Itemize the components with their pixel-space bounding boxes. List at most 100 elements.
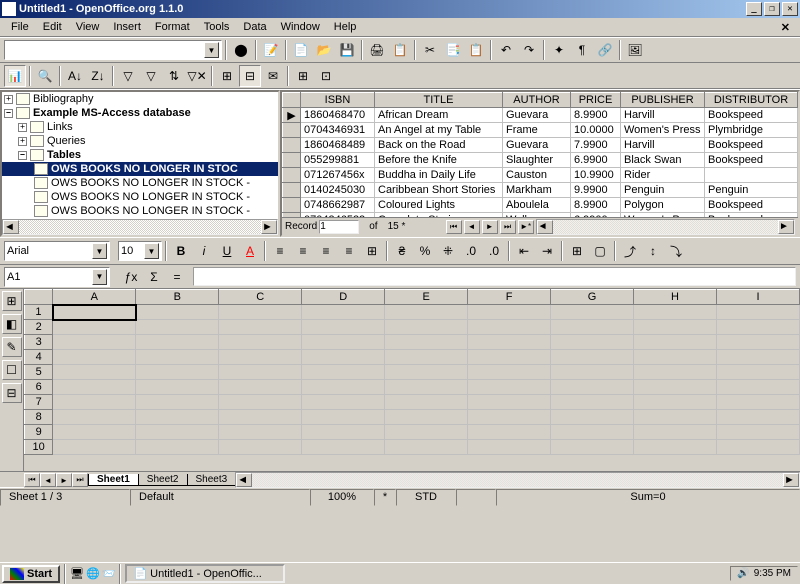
menu-file[interactable]: File — [4, 19, 36, 35]
tree-bibliography[interactable]: +Bibliography — [2, 92, 278, 106]
align-top-icon[interactable]: ⤴ — [619, 240, 641, 262]
cell[interactable] — [634, 365, 717, 380]
row-header[interactable]: 1 — [25, 305, 53, 320]
tree-table-row[interactable]: OWS BOOKS NO LONGER IN STOCK - — [2, 176, 278, 190]
italic-icon[interactable]: i — [193, 240, 215, 262]
status-zoom[interactable]: 100% — [310, 489, 374, 506]
cell[interactable] — [385, 395, 468, 410]
cell[interactable] — [634, 320, 717, 335]
cell[interactable] — [136, 335, 219, 350]
redo-icon[interactable]: ↷ — [518, 39, 540, 61]
cell[interactable] — [468, 440, 551, 455]
doc-close-button[interactable]: ✕ — [775, 19, 796, 36]
cell[interactable] — [136, 320, 219, 335]
sheet-tab-1[interactable]: Sheet1 — [88, 474, 139, 486]
cell[interactable] — [385, 320, 468, 335]
nav-next-icon[interactable]: ► — [482, 220, 498, 234]
borders-icon[interactable]: ⊞ — [566, 240, 588, 262]
table-row[interactable]: 055299881Before the KnifeSlaughter6.9900… — [283, 153, 798, 168]
cell[interactable] — [219, 320, 302, 335]
cell[interactable] — [136, 440, 219, 455]
cell[interactable] — [634, 440, 717, 455]
table-row[interactable]: 0704346931An Angel at my TableFrame10.00… — [283, 123, 798, 138]
col-publisher[interactable]: PUBLISHER — [621, 93, 705, 108]
cell[interactable] — [551, 395, 634, 410]
table-row[interactable]: 071267456xBuddha in Daily LifeCauston10.… — [283, 168, 798, 183]
autofilter-icon[interactable]: ▽ — [117, 65, 139, 87]
cell[interactable] — [302, 320, 385, 335]
sort-asc-icon[interactable]: A↓ — [64, 65, 86, 87]
tree-table-row[interactable]: OWS BOOKS NO LONGER IN STOCK - — [2, 204, 278, 218]
tree-scrollbar[interactable]: ◄► — [2, 219, 278, 235]
sort-icon[interactable]: ⇅ — [163, 65, 185, 87]
row-header[interactable]: 9 — [25, 425, 53, 440]
cell[interactable] — [716, 350, 799, 365]
cell[interactable] — [302, 440, 385, 455]
cell[interactable] — [53, 320, 136, 335]
cell[interactable] — [468, 410, 551, 425]
minimize-button[interactable]: _ — [746, 2, 762, 16]
cell[interactable] — [551, 305, 634, 320]
system-tray[interactable]: 🔊 9:35 PM — [730, 566, 798, 581]
cell[interactable] — [468, 395, 551, 410]
cell[interactable] — [219, 305, 302, 320]
font-name-combo[interactable]: Arial▼ — [4, 241, 110, 261]
nav-last-icon[interactable]: ⏭ — [500, 220, 516, 234]
align-center-icon[interactable]: ≡ — [292, 240, 314, 262]
quicklaunch-ie-icon[interactable]: 🌐 — [86, 567, 100, 580]
cell[interactable] — [716, 395, 799, 410]
col-isbn[interactable]: ISBN — [301, 93, 375, 108]
sum-icon[interactable]: Σ — [143, 266, 165, 288]
cell[interactable] — [551, 335, 634, 350]
open-icon[interactable]: 📂 — [313, 39, 335, 61]
tab-next-icon[interactable]: ► — [56, 473, 72, 487]
cell[interactable] — [302, 395, 385, 410]
cell[interactable] — [716, 425, 799, 440]
tree-queries[interactable]: +Queries — [2, 134, 278, 148]
menu-window[interactable]: Window — [274, 19, 327, 35]
menu-format[interactable]: Format — [148, 19, 197, 35]
menu-insert[interactable]: Insert — [106, 19, 148, 35]
column-header[interactable]: H — [634, 290, 717, 305]
undo-icon[interactable]: ↶ — [495, 39, 517, 61]
table-row[interactable]: 0140245030Caribbean Short StoriesMarkham… — [283, 183, 798, 198]
row-header[interactable]: 6 — [25, 380, 53, 395]
nav-new-icon[interactable]: ►* — [518, 220, 534, 234]
formula-input[interactable] — [193, 267, 796, 286]
row-header[interactable]: 3 — [25, 335, 53, 350]
col-author[interactable]: AUTHOR — [503, 93, 571, 108]
row-header[interactable]: 2 — [25, 320, 53, 335]
status-mode[interactable]: STD — [396, 489, 456, 506]
cell[interactable] — [219, 410, 302, 425]
tree-tables[interactable]: −Tables — [2, 148, 278, 162]
cell[interactable] — [385, 410, 468, 425]
cell[interactable] — [302, 410, 385, 425]
stop-icon[interactable]: ⬤ — [230, 39, 252, 61]
underline-icon[interactable]: U — [216, 240, 238, 262]
cell[interactable] — [136, 380, 219, 395]
cell[interactable] — [551, 365, 634, 380]
edit-file-icon[interactable]: 📝 — [260, 39, 282, 61]
column-header[interactable]: C — [219, 290, 302, 305]
cell[interactable] — [634, 380, 717, 395]
quicklaunch-desktop-icon[interactable]: 🖥 — [70, 567, 84, 580]
autoformat-icon[interactable]: ⊟ — [2, 383, 22, 403]
default-filter-icon[interactable]: ▽ — [140, 65, 162, 87]
find-icon[interactable]: 🔍 — [34, 65, 56, 87]
cell[interactable] — [302, 425, 385, 440]
cell[interactable] — [468, 305, 551, 320]
cell[interactable] — [716, 365, 799, 380]
stylist-icon[interactable]: ¶ — [571, 39, 593, 61]
align-justify-icon[interactable]: ≡ — [338, 240, 360, 262]
menu-view[interactable]: View — [69, 19, 107, 35]
menu-tools[interactable]: Tools — [197, 19, 237, 35]
column-header[interactable]: E — [385, 290, 468, 305]
col-price[interactable]: PRICE — [571, 93, 621, 108]
cell[interactable] — [385, 350, 468, 365]
add-decimal-icon[interactable]: .0 — [460, 240, 482, 262]
cell[interactable] — [136, 350, 219, 365]
cell[interactable] — [716, 380, 799, 395]
tab-first-icon[interactable]: ⏮ — [24, 473, 40, 487]
cell[interactable] — [385, 380, 468, 395]
cell[interactable] — [468, 425, 551, 440]
